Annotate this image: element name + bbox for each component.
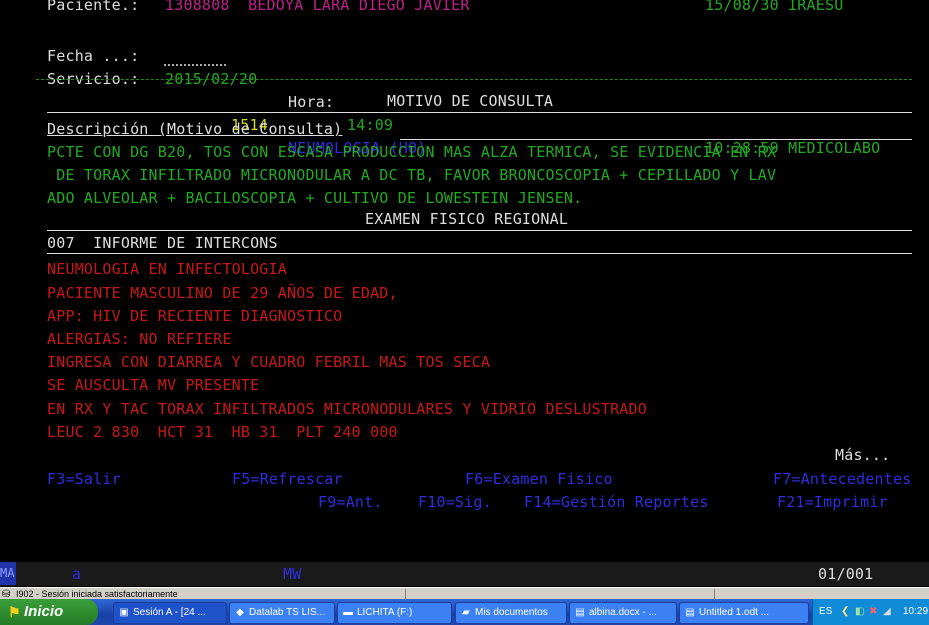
examen-line: NEUMOLOGIA EN INFECTOLOGIA [47,260,287,278]
examen-line: INGRESA CON DIARREA Y CUADRO FEBRIL MAS … [47,353,491,371]
tray-arrow-icon[interactable]: ❮ [841,606,849,617]
motivo-line: ADO ALVEOLAR + BACILOSCOPIA + CULTIVO DE… [47,189,583,207]
volume-icon[interactable]: ◢ [883,606,891,617]
start-button[interactable]: ⚑ Inicio [0,599,98,625]
page-counter: 01/001 [818,565,874,583]
examen-line: LEUC 2 830 HCT 31 HB 31 PLT 240 000 [47,423,398,441]
motivo-line: DE TORAX INFILTRADO MICRONODULAR A DC TB… [47,166,777,184]
separator-dashed [36,79,912,80]
status-divider [714,589,715,599]
terminal-icon: ▣ [119,607,129,618]
examen-line: EN RX Y TAC TORAX INFILTRADOS MICRONODUL… [47,400,647,418]
paciente-right: 15/08/30 IRAESU [705,0,844,14]
taskbar-item-untitled[interactable]: ▤ Untitled 1.odt ... [679,602,809,624]
drive-icon: ▬ [343,607,353,618]
motivo-title-rule [47,112,912,113]
f3-salir-key[interactable]: F3=Salir [47,468,121,491]
start-label: Inicio [24,603,64,620]
motivo-title: MOTIVO DE CONSULTA [387,92,554,110]
f14-gestion-reportes-key[interactable]: F14=Gestión Reportes [524,491,709,514]
status-ma-indicator: MA [0,562,16,585]
f21-imprimir-key[interactable]: F21=Imprimir [777,491,888,514]
security-alert-icon[interactable]: ✖ [869,606,877,617]
taskbar-item-mis-documentos[interactable]: ▰ Mis documentos [455,602,567,624]
hora-label: Hora: [288,93,335,111]
network-icon: ◧ [855,606,865,617]
windows-taskbar: ⚑ Inicio ▣ Sesión A - [24 ... ◆ Datalab TS… [0,599,929,625]
system-tray: ES ❮ ◧ ✖ ◢ 10:29 [812,599,929,625]
hora-value: 14:09 [347,116,394,134]
mas-indicator: Más... [835,446,891,464]
status-divider [405,589,406,599]
motivo-desc-rule [400,139,912,140]
examen-line: ALERGIAS: NO REFIERE [47,330,232,348]
servicio-row: Servicio.: 1514 NEUMOLOGIA (HO) [0,45,929,157]
examen-title-rule [47,230,912,231]
servicio-code-field[interactable] [164,48,226,66]
motivo-line: PCTE CON DG B20, TOS CON ESCASA PRODUCCI… [47,143,777,161]
f5-refrescar-key[interactable]: F5=Refrescar [232,468,343,491]
examen-line: PACIENTE MASCULINO DE 29 AÑOS DE EDAD, [47,284,398,302]
f10-siguiente-key[interactable]: F10=Sig. [418,491,492,514]
paciente-label: Paciente.: [47,0,140,14]
terminal-status-line: a MW 01/001 [0,562,929,586]
status-mw: MW [283,565,302,583]
f6-examen-fisico-key[interactable]: F6=Examen Fisico [465,468,613,491]
f9-anterior-key[interactable]: F9=Ant. [318,491,383,514]
taskbar-item-datalab[interactable]: ◆ Datalab TS LIS... [229,602,335,624]
examen-line: SE AUSCULTA MV PRESENTE [47,376,260,394]
examen-line: APP: HIV DE RECIENTE DIAGNOSTICO [47,307,343,325]
terminal-screen[interactable]: Paciente.: 1308808 BEDOYA LARA DIEGO JAVI… [0,0,929,587]
fecha-row: Fecha ...: 2015/02/20 Hora: 14:09 10:28:… [0,22,929,157]
status-a: a [72,565,82,583]
windows-logo-icon: ⚑ [8,604,21,620]
taskbar-item-albina[interactable]: ▤ albina.docx - ... [569,602,677,624]
examen-subtitle: 007 INFORME DE INTERCONS [47,234,278,252]
motivo-desc-label: Descripción (Motivo de Consulta) [47,120,343,138]
f7-antecedentes-key[interactable]: F7=Antecedentes [773,468,911,491]
examen-subtitle-rule [47,253,912,254]
document-icon: ▤ [575,607,585,618]
clock: 10:29 [903,606,929,617]
app-icon: ◆ [236,607,244,618]
examen-title: EXAMEN FISICO REGIONAL [365,210,569,228]
document-icon: ▤ [685,607,695,618]
paciente-value: 1308808 BEDOYA LARA DIEGO JAVIER [165,0,470,14]
taskbar-item-lichita[interactable]: ▬ LICHITA (F:) [337,602,452,624]
folder-icon: ▰ [462,607,470,618]
language-indicator[interactable]: ES [819,606,832,617]
taskbar-item-sesion-a[interactable]: ▣ Sesión A - [24 ... [113,602,227,624]
